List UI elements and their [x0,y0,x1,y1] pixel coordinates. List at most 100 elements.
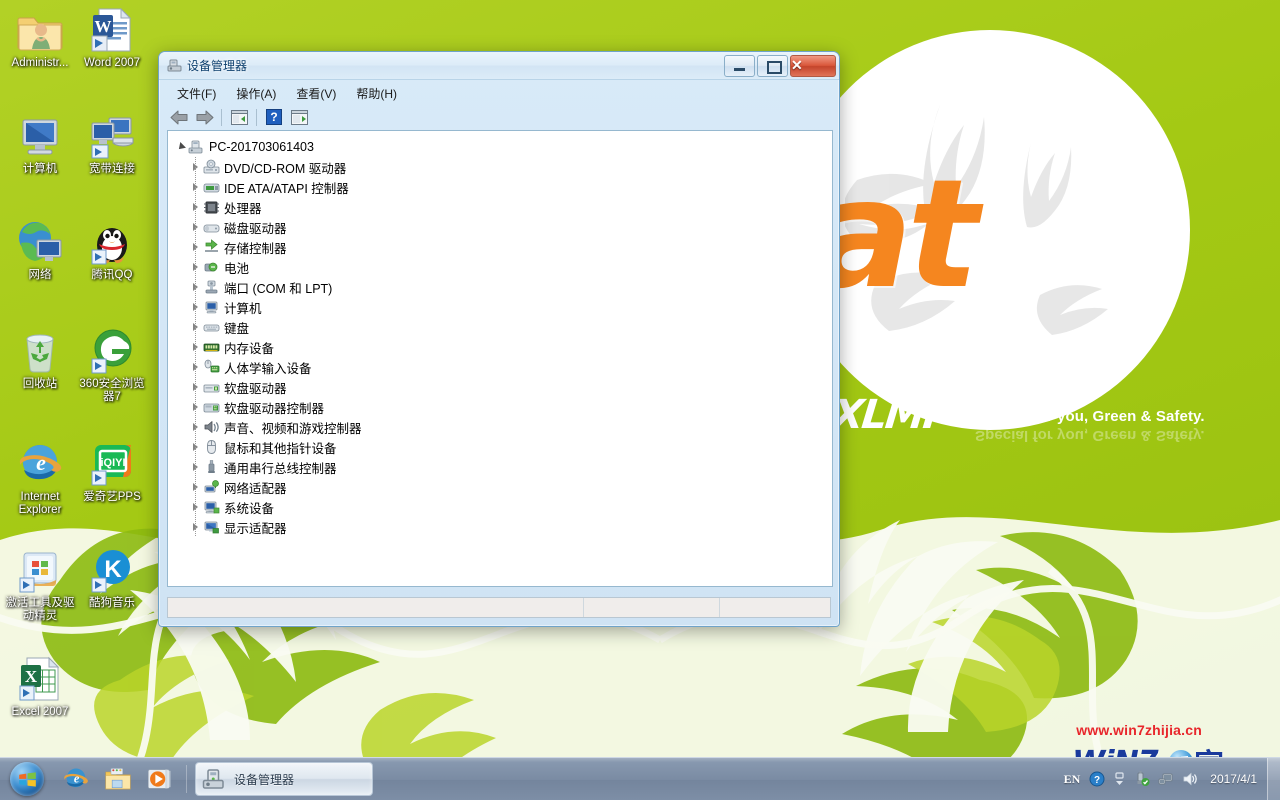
desktop-icon-recyclebin[interactable]: 回收站 [2,327,78,391]
device-manager-window[interactable]: 设备管理器 ✕ 文件(F) 操作(A) 查看(V) 帮助(H) ? PC-201… [158,51,840,627]
tree-item[interactable]: 声音、视频和游戏控制器 [168,417,832,437]
maximize-button[interactable] [757,55,788,77]
tray-usb-button[interactable] [1130,758,1154,800]
expand-collapse-toggle-collapsed[interactable] [190,297,203,317]
expand-collapse-toggle-collapsed[interactable] [190,237,203,257]
help-button[interactable]: ? [262,106,286,128]
taskbar-task-device-manager[interactable]: 设备管理器 [195,762,373,796]
tree-item-label: PC-201703061403 [209,140,314,154]
tray-language-indicator[interactable]: EN [1059,772,1086,787]
tree-item[interactable]: 电池 [168,257,832,277]
tree-item[interactable]: 端口 (COM 和 LPT) [168,277,832,297]
expand-collapse-toggle-collapsed[interactable] [190,417,203,437]
tray-volume-button[interactable] [1178,758,1202,800]
desktop-icon-360browser[interactable]: 360安全浏览器7 [74,327,150,404]
tree-item[interactable]: 键盘 [168,317,832,337]
recycle-bin-icon [16,327,64,375]
expand-collapse-toggle-collapsed[interactable] [190,497,203,517]
status-bar [167,597,831,618]
minimize-button[interactable] [724,55,755,77]
tree-item[interactable]: 计算机 [168,297,832,317]
tray-show-hidden-button[interactable] [1109,758,1130,800]
expand-collapse-toggle-collapsed[interactable] [190,517,203,537]
menu-view[interactable]: 查看(V) [288,83,344,104]
desktop-icon-activation-tool[interactable]: 激活工具及驱动精灵 [2,546,78,623]
tree-item[interactable]: 处理器 [168,197,832,217]
desktop-icon-excel2007[interactable]: X Excel 2007 [2,655,78,719]
taskbar-divider [186,765,187,793]
device-tree-panel[interactable]: PC-201703061403 DVD/CD-ROM 驱动器 IDE ATA/ATA… [167,130,833,587]
expand-collapse-toggle-collapsed[interactable] [190,357,203,377]
desktop-icon-kugou[interactable]: K 酷狗音乐 [74,546,150,610]
tree-item[interactable]: IDE ATA/ATAPI 控制器 [168,177,832,197]
tree-item[interactable]: 内存设备 [168,337,832,357]
desktop-icon-iqiyipps[interactable]: iQIYI 爱奇艺PPS [74,440,150,504]
tray-clock[interactable]: 2017/4/1 [1202,772,1265,786]
expand-collapse-toggle-collapsed[interactable] [190,257,203,277]
ie-quicklaunch-button[interactable]: e [56,761,96,797]
tree-item[interactable]: 鼠标和其他指针设备 [168,437,832,457]
expand-collapse-toggle-collapsed[interactable] [190,217,203,237]
window-titlebar[interactable]: 设备管理器 ✕ [159,52,839,80]
toolbar[interactable]: ? [159,104,839,130]
tree-item[interactable]: 通用串行总线控制器 [168,457,832,477]
tree-item[interactable]: 存储控制器 [168,237,832,257]
window-controls[interactable]: ✕ [724,55,836,77]
expand-collapse-toggle-collapsed[interactable] [190,397,203,417]
expand-collapse-toggle-collapsed[interactable] [190,377,203,397]
taskbar[interactable]: e 设备管理器 EN ? 2017/4/1 [0,757,1280,800]
menu-action[interactable]: 操作(A) [228,83,284,104]
tray-network-button[interactable] [1154,758,1178,800]
tree-item[interactable]: 人体学输入设备 [168,357,832,377]
tree-item[interactable]: 系统设备 [168,497,832,517]
expand-collapse-toggle-collapsed[interactable] [190,477,203,497]
dvd-drive-icon [203,159,220,174]
expand-collapse-toggle-collapsed[interactable] [190,317,203,337]
desktop-icon-broadband[interactable]: 宽带连接 [74,112,150,176]
properties-button[interactable] [227,106,251,128]
port-icon-wrap [203,279,220,295]
expand-collapse-toggle-collapsed[interactable] [190,337,203,357]
desktop-icon-ie[interactable]: e Internet Explorer [2,440,78,517]
quick-launch-bar[interactable]: e [56,761,180,797]
system-tray[interactable]: EN ? 2017/4/1 [1059,758,1280,800]
menu-help[interactable]: 帮助(H) [348,83,405,104]
tree-item[interactable]: 网络适配器 [168,477,832,497]
device-tree[interactable]: PC-201703061403 DVD/CD-ROM 驱动器 IDE ATA/ATA… [168,131,832,586]
desktop-icon-network[interactable]: 网络 [2,218,78,282]
show-desktop-button[interactable] [1267,758,1280,800]
expand-collapse-toggle-collapsed[interactable] [190,157,203,177]
desktop[interactable]: at XLMF Special for you, Green & Safety.… [0,0,1280,800]
forward-button[interactable] [192,106,216,128]
tree-connector-line [195,377,196,397]
memory-device-icon-wrap [203,339,220,355]
desktop-icon-administrator[interactable]: Administr... [2,6,78,70]
desktop-icon-computer[interactable]: 计算机 [2,112,78,176]
close-button[interactable]: ✕ [790,55,836,77]
desktop-icon-qq[interactable]: 腾讯QQ [74,218,150,282]
expand-collapse-toggle-collapsed[interactable] [190,437,203,457]
media-player-quicklaunch-button[interactable] [140,761,180,797]
menu-bar[interactable]: 文件(F) 操作(A) 查看(V) 帮助(H) [159,80,839,104]
menu-file[interactable]: 文件(F) [169,83,224,104]
tree-root-node[interactable]: PC-201703061403 [168,137,832,157]
back-button[interactable] [167,106,191,128]
tree-item[interactable]: DVD/CD-ROM 驱动器 [168,157,832,177]
tree-item[interactable]: 显示适配器 [168,517,832,537]
expand-collapse-toggle-expanded[interactable] [175,137,188,157]
expand-collapse-toggle-collapsed[interactable] [190,277,203,297]
explorer-quicklaunch-button[interactable] [98,761,138,797]
tray-action-center-button[interactable]: ? [1085,758,1109,800]
wallpaper-tagline: Special for you, Green & Safety. [975,408,1205,425]
tree-item[interactable]: 磁盘驱动器 [168,217,832,237]
expand-collapse-toggle-collapsed[interactable] [190,197,203,217]
show-hidden-button[interactable] [287,106,311,128]
start-button[interactable] [4,761,50,797]
tree-item[interactable]: 软盘驱动器 [168,377,832,397]
expand-collapse-toggle-collapsed[interactable] [190,457,203,477]
desktop-icon-word2007[interactable]: W Word 2007 [74,6,150,70]
battery-icon [204,262,218,272]
tree-connector-line [195,277,196,297]
expand-collapse-toggle-collapsed[interactable] [190,177,203,197]
tree-item[interactable]: 软盘驱动器控制器 [168,397,832,417]
